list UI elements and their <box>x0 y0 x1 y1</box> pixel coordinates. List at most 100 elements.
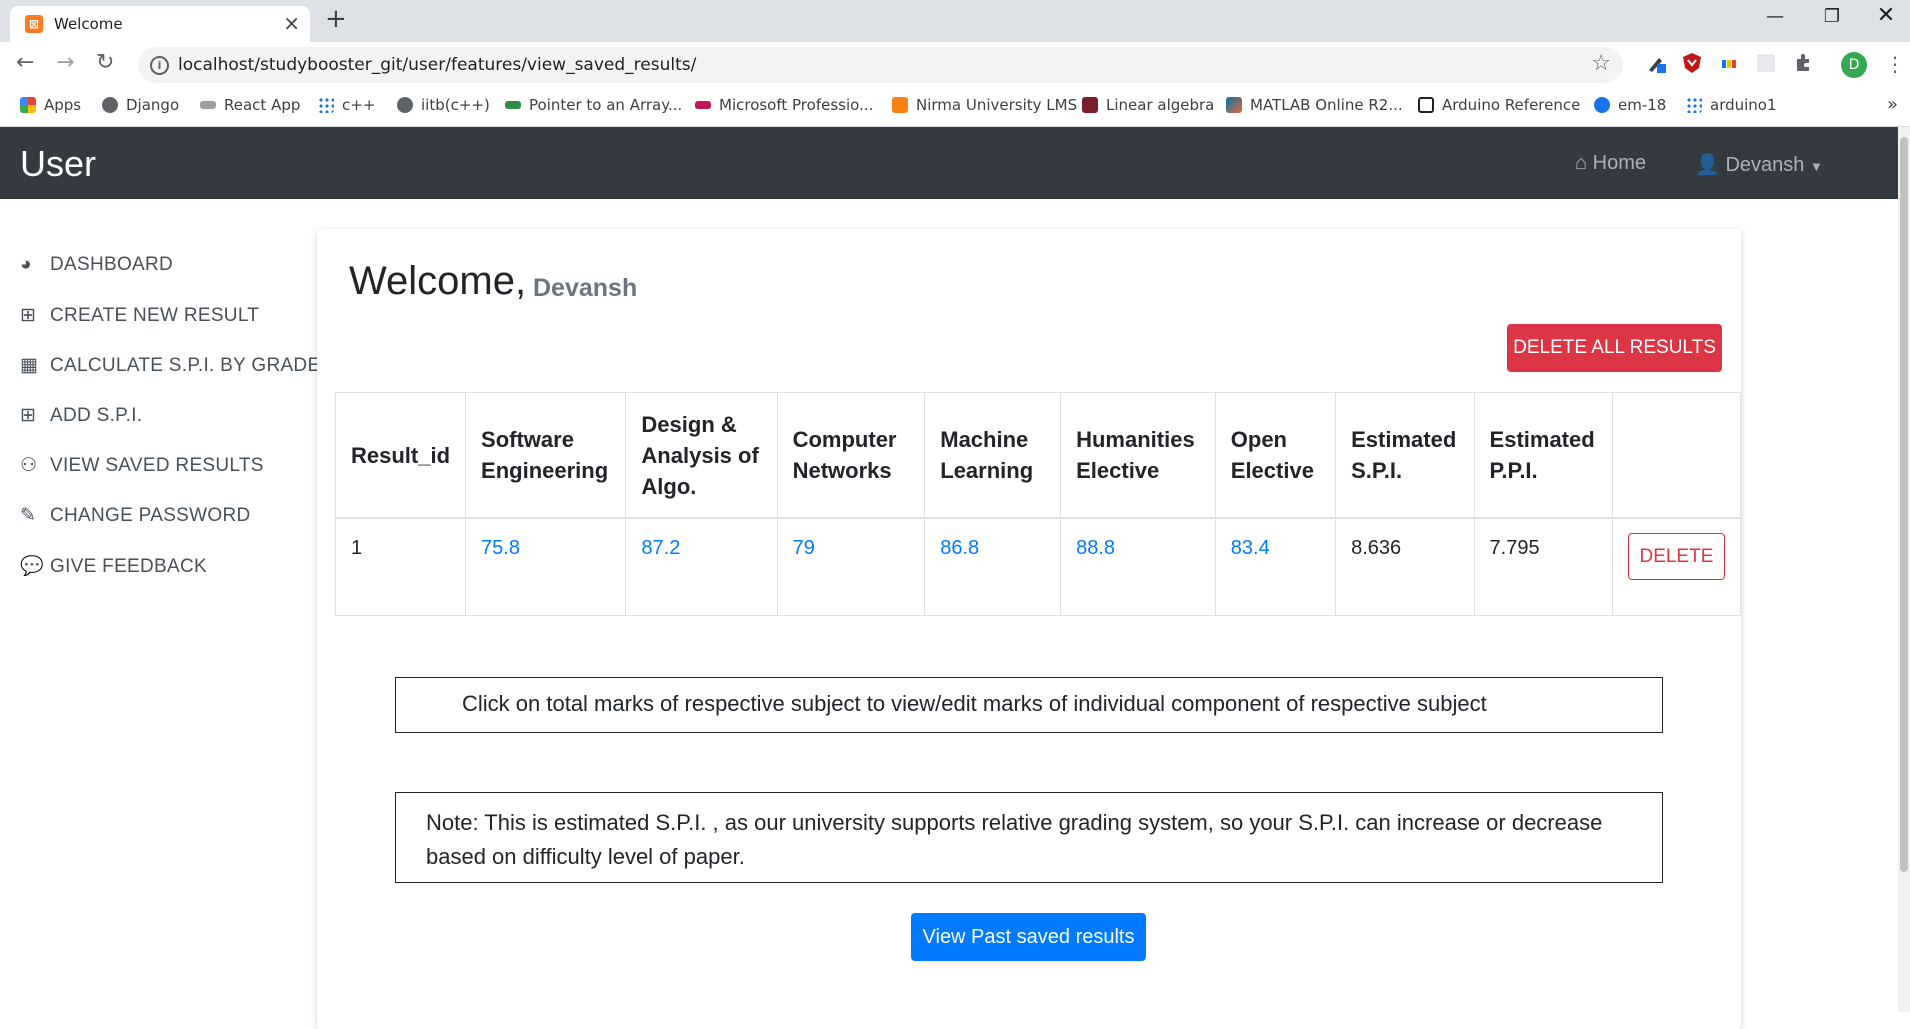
edx-icon <box>695 101 711 109</box>
caret-down-icon: ▼ <box>1809 159 1823 174</box>
matlab-icon <box>1226 97 1242 113</box>
results-table: Result_id Software Engineering Design & … <box>334 392 1742 616</box>
chrome-menu-icon[interactable]: ⋮ <box>1885 52 1905 76</box>
header-actions <box>1611 392 1742 519</box>
nav-user-label: Devansh <box>1725 154 1805 176</box>
globe-icon <box>397 97 413 113</box>
table-header-row: Result_id Software Engineering Design & … <box>334 392 1742 519</box>
more-bookmarks-icon[interactable]: » <box>1887 94 1898 115</box>
header-machine-learning: Machine Learning <box>924 392 1062 519</box>
header-software-engineering: Software Engineering <box>465 392 627 519</box>
bookmark-django[interactable]: Django <box>102 96 179 114</box>
bookmark-label: Apps <box>44 96 82 114</box>
bookmark-label: Linear algebra <box>1106 96 1215 114</box>
table-row: 1 75.8 87.2 79 86.8 88.8 83.4 8.636 7.79… <box>334 517 1742 616</box>
mark-link-computer-networks[interactable]: 79 <box>793 537 815 559</box>
browser-tab[interactable]: ⊠ Welcome × <box>10 6 310 42</box>
bookmark-label: MATLAB Online R2... <box>1250 96 1403 114</box>
cell-humanities-elective: 88.8 <box>1060 517 1216 616</box>
user-icon: 👤 <box>1695 154 1720 176</box>
cell-actions: DELETE <box>1611 517 1742 616</box>
mark-link-open-elective[interactable]: 83.4 <box>1231 537 1270 559</box>
view-past-results-button[interactable]: View Past saved results <box>911 913 1146 961</box>
mark-link-humanities-elective[interactable]: 88.8 <box>1076 537 1115 559</box>
cell-open-elective: 83.4 <box>1214 517 1337 616</box>
react-icon <box>200 101 216 109</box>
cell-software-engineering: 75.8 <box>465 517 627 616</box>
forward-arrow-icon[interactable]: → <box>56 50 74 75</box>
cell-daa: 87.2 <box>625 517 778 616</box>
cell-estimated-ppi: 7.795 <box>1473 517 1613 616</box>
flag-extension-icon[interactable] <box>1718 52 1740 74</box>
sidebar-item-label: GIVE FEEDBACK <box>50 556 207 577</box>
nav-user-dropdown[interactable]: 👤 Devansh ▼ <box>1695 152 1823 177</box>
header-estimated-spi: Estimated S.P.I. <box>1335 392 1475 519</box>
delete-all-results-button[interactable]: DELETE ALL RESULTS <box>1507 324 1722 372</box>
sidebar-item-change-password[interactable]: ✎ CHANGE PASSWORD <box>20 504 251 527</box>
bookmark-iitb[interactable]: iitb(c++) <box>397 96 490 114</box>
nav-home-link[interactable]: ⌂ Home <box>1575 152 1646 175</box>
bookmark-label: arduino1 <box>1710 96 1777 114</box>
calculator-icon: ▦ <box>20 355 39 376</box>
sidebar-item-dashboard[interactable]: ◕ DASHBOARD <box>20 254 173 276</box>
note-text: Note: This is estimated S.P.I. , as our … <box>426 810 1603 869</box>
reload-icon[interactable]: ↻ <box>96 50 114 75</box>
bookmark-linear-algebra[interactable]: Linear algebra <box>1082 96 1214 114</box>
mark-link-software-engineering[interactable]: 75.8 <box>481 537 520 559</box>
address-bar[interactable]: i localhost/studybooster_git/user/featur… <box>138 47 1623 83</box>
bookmark-star-icon[interactable]: ☆ <box>1591 51 1611 76</box>
bookmark-microsoft[interactable]: Microsoft Professio... <box>695 96 873 114</box>
url-text[interactable]: localhost/studybooster_git/user/features… <box>178 55 696 75</box>
cell-estimated-spi: 8.636 <box>1335 517 1475 616</box>
bookmark-react-app[interactable]: React App <box>200 96 300 114</box>
back-arrow-icon[interactable]: ← <box>16 50 34 75</box>
bookmark-label: c++ <box>342 96 376 114</box>
gfg-icon <box>505 101 521 109</box>
profile-avatar[interactable]: D <box>1841 52 1867 78</box>
blank-extension-icon[interactable] <box>1755 52 1777 74</box>
terminal-icon <box>1418 97 1434 113</box>
page-scrollbar[interactable] <box>1898 127 1910 1012</box>
edit-icon: ✎ <box>20 505 37 526</box>
sidebar-item-view-saved-results[interactable]: ⚇ VIEW SAVED RESULTS <box>20 454 264 477</box>
sidebar-item-add-spi[interactable]: ⊞ ADD S.P.I. <box>20 404 142 427</box>
sidebar-item-create-new-result[interactable]: ⊞ CREATE NEW RESULT <box>20 304 259 327</box>
bookmark-pointer[interactable]: Pointer to an Array... <box>505 96 682 114</box>
bookmark-nirma-lms[interactable]: Nirma University LMS <box>892 96 1077 114</box>
welcome-heading: Welcome, <box>349 259 527 303</box>
sidebar-item-calculate-spi[interactable]: ▦ CALCULATE S.P.I. BY GRADES <box>20 354 333 377</box>
bookmark-label: Arduino Reference <box>1442 96 1581 114</box>
bookmark-cpp[interactable]: c++ <box>318 96 375 114</box>
note-box: Note: This is estimated S.P.I. , as our … <box>395 792 1663 883</box>
close-window-icon[interactable]: ✕ <box>1866 3 1906 28</box>
mcafee-shield-icon[interactable] <box>1681 52 1703 74</box>
delete-result-button[interactable]: DELETE <box>1627 533 1725 580</box>
cell-result-id: 1 <box>334 517 467 616</box>
mark-link-daa[interactable]: 87.2 <box>641 537 680 559</box>
top-navbar: User ⌂ Home 👤 Devansh ▼ <box>0 127 1898 199</box>
sidebar-item-give-feedback[interactable]: 💬 GIVE FEEDBACK <box>20 554 207 578</box>
shield-icon <box>1082 97 1098 113</box>
bookmark-matlab[interactable]: MATLAB Online R2... <box>1226 96 1403 114</box>
header-humanities-elective: Humanities Elective <box>1060 392 1216 519</box>
bookmark-em18[interactable]: em-18 <box>1594 96 1666 114</box>
home-icon: ⌂ <box>1575 152 1588 174</box>
pen-extension-icon[interactable] <box>1645 52 1667 74</box>
sidebar-item-label: VIEW SAVED RESULTS <box>50 455 264 476</box>
bookmark-apps[interactable]: Apps <box>20 96 81 114</box>
mark-link-machine-learning[interactable]: 86.8 <box>940 537 979 559</box>
welcome-user-name: Devansh <box>533 274 638 302</box>
tab-close-icon[interactable]: × <box>283 11 300 35</box>
puzzle-extensions-icon[interactable] <box>1792 52 1814 74</box>
apps-grid-icon <box>20 97 36 113</box>
info-icon[interactable]: i <box>150 56 169 75</box>
browser-toolbar: ← → ↻ i localhost/studybooster_git/user/… <box>0 42 1910 86</box>
bookmark-arduino-reference[interactable]: Arduino Reference <box>1418 96 1580 114</box>
navbar-brand[interactable]: User <box>20 143 96 185</box>
restore-icon[interactable]: ❐ <box>1812 6 1852 27</box>
bookmark-arduino1[interactable]: arduino1 <box>1686 96 1777 114</box>
bookmark-label: iitb(c++) <box>421 96 490 114</box>
scrollbar-thumb[interactable] <box>1900 137 1908 872</box>
minimize-icon[interactable]: — <box>1755 6 1795 27</box>
new-tab-icon[interactable]: + <box>325 4 347 34</box>
